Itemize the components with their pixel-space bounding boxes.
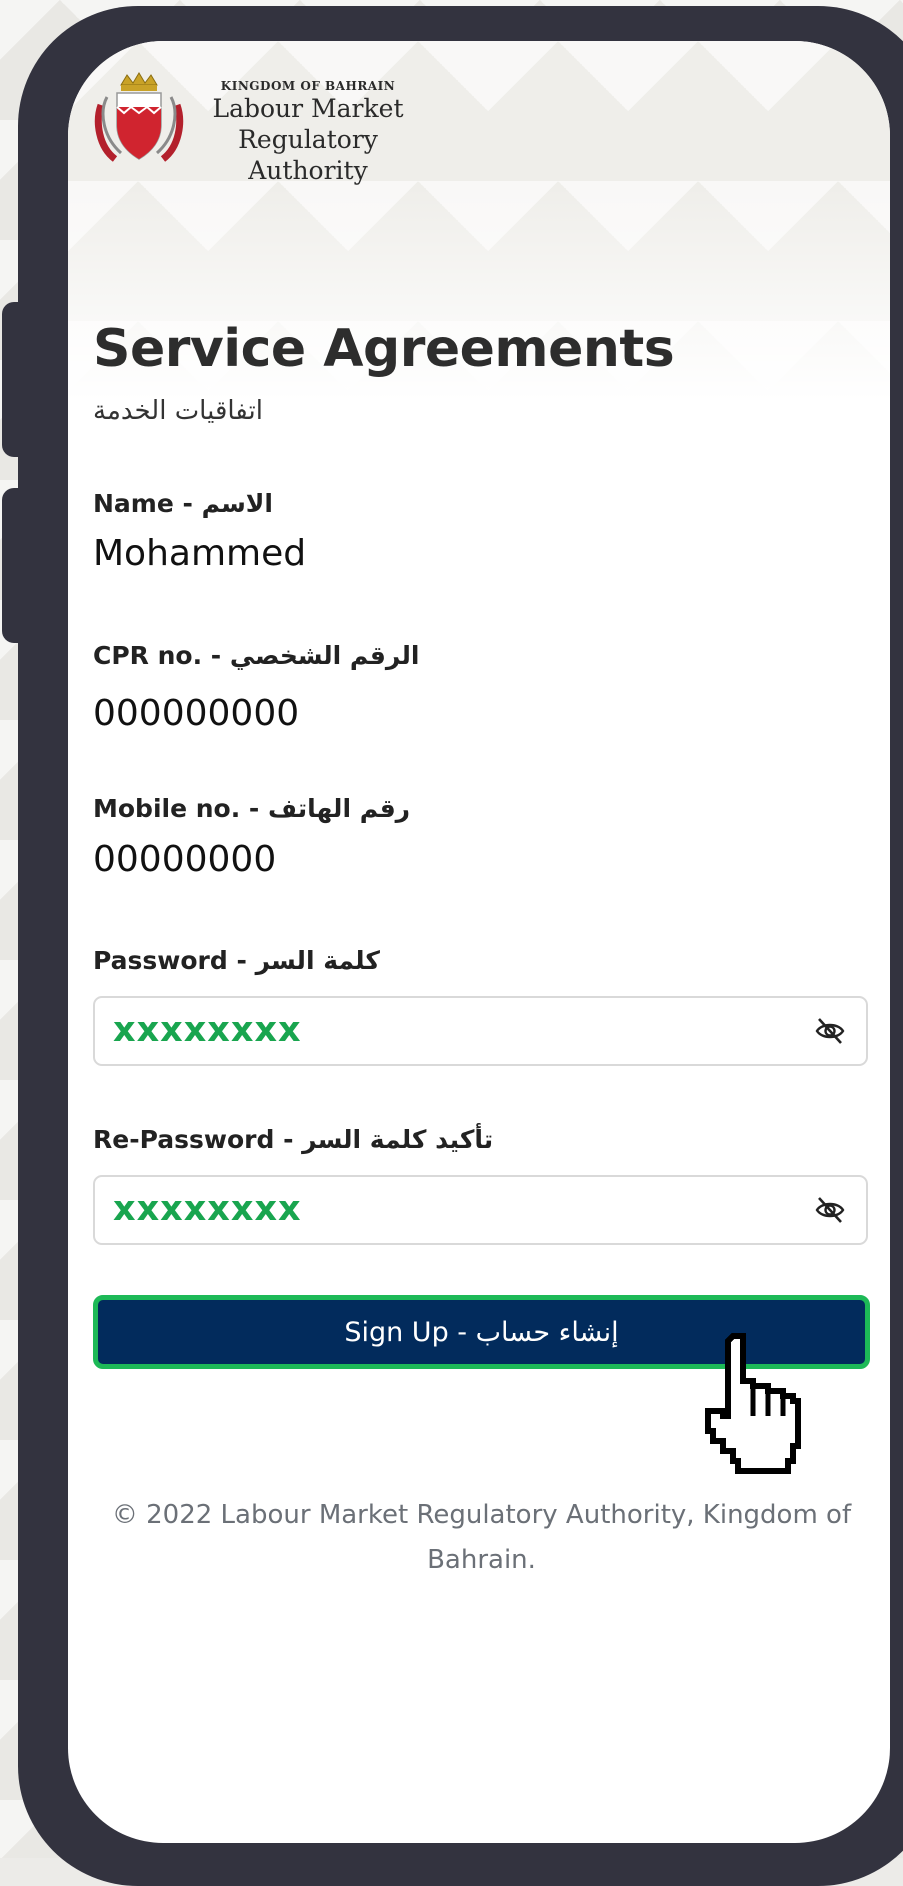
cpr-label: CPR no. - الرقم الشخصي bbox=[93, 641, 420, 670]
repassword-value: xxxxxxxx bbox=[113, 1189, 302, 1229]
phone-frame: KINGDOM OF BAHRAIN Labour Market Regulat… bbox=[18, 6, 903, 1886]
page-subtitle: اتفاقيات الخدمة bbox=[93, 396, 263, 426]
mobile-value: 00000000 bbox=[93, 839, 277, 880]
org-country: KINGDOM OF BAHRAIN bbox=[220, 79, 396, 93]
password-field[interactable]: xxxxxxxx bbox=[93, 996, 868, 1066]
phone-screen: KINGDOM OF BAHRAIN Labour Market Regulat… bbox=[68, 41, 890, 1843]
repassword-field[interactable]: xxxxxxxx bbox=[93, 1175, 868, 1245]
hand-pointer-cursor-icon bbox=[705, 1333, 801, 1474]
org-name-line1: Labour Market bbox=[212, 94, 404, 123]
copyright-footer: © 2022 Labour Market Regulatory Authorit… bbox=[111, 1500, 852, 1575]
org-name: KINGDOM OF BAHRAIN Labour Market Regulat… bbox=[193, 79, 423, 186]
eye-off-icon[interactable] bbox=[814, 1195, 846, 1225]
name-label: Name - الاسم bbox=[93, 489, 273, 518]
repassword-label: Re-Password - تأكيد كلمة السر bbox=[93, 1125, 494, 1154]
password-label: Password - كلمة السر bbox=[93, 946, 380, 975]
eye-off-icon[interactable] bbox=[814, 1016, 846, 1046]
mobile-label: Mobile no. - رقم الهاتف bbox=[93, 794, 411, 823]
cpr-value: 000000000 bbox=[93, 693, 300, 734]
org-name-line2: Regulatory Authority bbox=[238, 125, 378, 185]
password-value: xxxxxxxx bbox=[113, 1010, 302, 1050]
bahrain-coat-of-arms-icon bbox=[94, 72, 184, 162]
signup-button-label: Sign Up - إنشاء حساب bbox=[344, 1316, 619, 1348]
page-title: Service Agreements bbox=[93, 319, 675, 379]
name-value: Mohammed bbox=[93, 533, 307, 574]
lmra-logo: KINGDOM OF BAHRAIN Labour Market Regulat… bbox=[93, 67, 453, 185]
